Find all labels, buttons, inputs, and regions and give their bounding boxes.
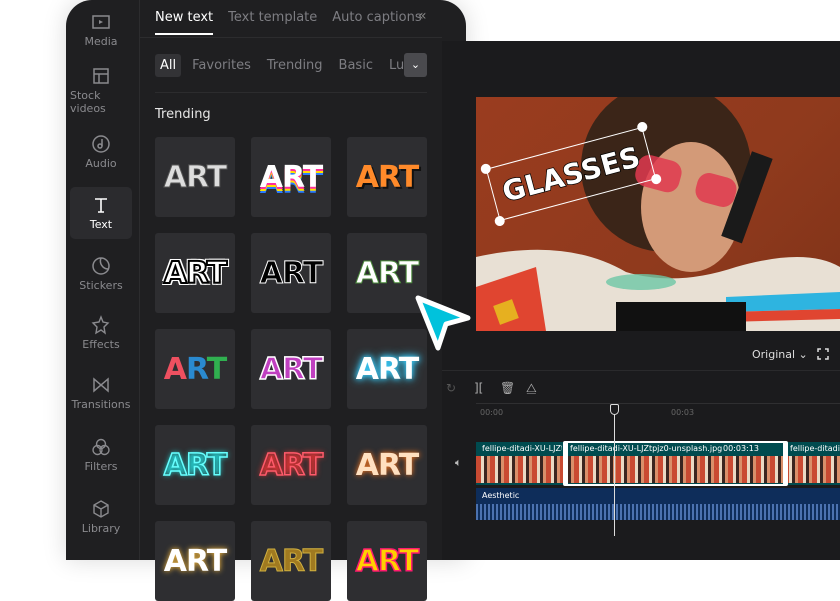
split-icon[interactable]: ][ <box>474 381 483 395</box>
chevron-down-icon[interactable]: ⌄ <box>404 53 427 77</box>
audio-name: Aesthetic <box>482 491 520 500</box>
collapse-panel-icon[interactable]: « <box>418 8 427 24</box>
delete-icon[interactable]: 🗑 <box>500 381 515 395</box>
tile-preview-text: ART <box>259 255 323 291</box>
text-tabs: New text Text template Auto captions <box>155 10 422 35</box>
transitions-icon <box>93 377 109 393</box>
cursor-arrow-icon <box>415 295 471 351</box>
sidebar-item-label: Audio <box>85 157 117 170</box>
sidebar-item-label: Media <box>84 35 118 48</box>
text-style-tile[interactable]: ART <box>155 521 235 601</box>
text-icon <box>95 198 107 213</box>
fullscreen-icon[interactable] <box>817 348 829 360</box>
text-style-tile[interactable]: ART <box>251 521 331 601</box>
tile-preview-text: ART <box>163 159 227 195</box>
clip-name: fellipe-ditadi-XU-LJZtpjz0-unsplash.jpg <box>482 444 562 453</box>
sidebar-item-filters[interactable]: Filters <box>70 429 132 481</box>
sidebar-item-label: Effects <box>82 338 120 351</box>
tab-auto-captions[interactable]: Auto captions <box>332 10 421 35</box>
text-style-tile[interactable]: ART <box>251 233 331 313</box>
clip-name: fellipe-ditadi-XU-LJZtpjz0-unsplash.jpg <box>790 444 840 453</box>
text-style-tile[interactable]: ART <box>347 521 427 601</box>
tile-preview-text: ART <box>163 543 227 579</box>
tile-preview-text: ART <box>355 255 419 291</box>
tile-preview-text: ART <box>163 447 228 484</box>
sidebar-item-stickers[interactable]: Stickers <box>70 248 132 300</box>
chip-trending[interactable]: Trending <box>262 54 328 77</box>
category-chips: All Favorites Trending Basic Lux <box>155 54 410 77</box>
stock-videos-icon <box>93 67 109 84</box>
tile-preview-text: ART <box>259 447 324 484</box>
audio-waveform <box>476 504 840 520</box>
flip-icon[interactable]: ⧋ <box>526 381 537 396</box>
stickers-icon <box>92 257 110 275</box>
timeline-ruler[interactable] <box>476 403 840 404</box>
text-style-tile[interactable]: ART <box>251 425 331 505</box>
preview-image: GLASSES <box>476 97 840 331</box>
chip-all[interactable]: All <box>155 54 182 77</box>
text-style-tile[interactable]: ART <box>155 137 235 217</box>
text-style-tile[interactable]: ART <box>251 329 331 409</box>
chip-basic[interactable]: Basic <box>334 54 378 77</box>
sidebar-item-effects[interactable]: Effects <box>70 307 132 359</box>
sidebar-item-label: Filters <box>84 460 118 473</box>
tile-preview-text: ART <box>355 351 419 387</box>
redo-icon[interactable]: ↻ <box>446 381 456 395</box>
effects-icon <box>91 315 110 335</box>
text-style-tile[interactable]: ART <box>347 137 427 217</box>
media-icon <box>92 15 110 29</box>
sidebar-item-label: Stickers <box>79 279 123 292</box>
sidebar-item-audio[interactable]: Audio <box>70 126 132 178</box>
filters-icon <box>92 438 110 456</box>
sidebar-item-label: Transitions <box>71 398 131 411</box>
tab-text-template[interactable]: Text template <box>228 10 317 35</box>
time-tick: 00:00 <box>480 408 504 417</box>
tile-preview-text: ART <box>259 543 323 579</box>
divider <box>442 370 840 371</box>
tile-preview-text: ART <box>355 543 420 580</box>
sidebar-item-text[interactable]: Text <box>70 187 132 239</box>
tab-new-text[interactable]: New text <box>155 10 214 35</box>
text-style-tile[interactable]: ART <box>155 425 235 505</box>
volume-icon[interactable]: 🔈︎ <box>455 456 462 470</box>
sidebar: Media Stock videos Audio Text Stickers E… <box>66 0 140 560</box>
sidebar-item-media[interactable]: Media <box>70 4 132 56</box>
library-icon <box>93 500 109 518</box>
tile-preview-text: ART <box>355 159 419 195</box>
text-style-tile[interactable]: ART <box>347 425 427 505</box>
time-tick: 00:03 <box>671 408 695 417</box>
sidebar-item-label: Stock videos <box>70 88 106 115</box>
tile-preview-text: ART <box>355 447 419 483</box>
chip-favorites[interactable]: Favorites <box>187 54 256 77</box>
sidebar-item-label: Text <box>89 218 113 231</box>
text-style-tile[interactable]: ART <box>155 233 235 313</box>
audio-icon <box>92 135 110 153</box>
divider <box>155 92 427 93</box>
tile-preview-text: ART <box>259 159 323 195</box>
divider <box>140 37 442 38</box>
audio-track[interactable]: Aesthetic <box>476 488 840 520</box>
tile-preview-text: ART <box>163 351 227 387</box>
text-style-tile[interactable]: ART <box>155 329 235 409</box>
selected-clip[interactable] <box>563 441 788 486</box>
text-style-tile[interactable]: ART <box>251 137 331 217</box>
playhead[interactable] <box>610 404 619 536</box>
section-title: Trending <box>155 107 211 122</box>
sidebar-item-library[interactable]: Library <box>70 491 132 543</box>
sidebar-item-label: Library <box>81 522 121 535</box>
tile-preview-text: ART <box>259 351 324 388</box>
sidebar-item-transitions[interactable]: Transitions <box>70 367 132 419</box>
aspect-ratio-dropdown[interactable]: Original ⌄ <box>752 348 808 361</box>
sidebar-item-stock-videos[interactable]: Stock videos <box>70 64 132 116</box>
tile-preview-text: ART <box>163 255 228 292</box>
